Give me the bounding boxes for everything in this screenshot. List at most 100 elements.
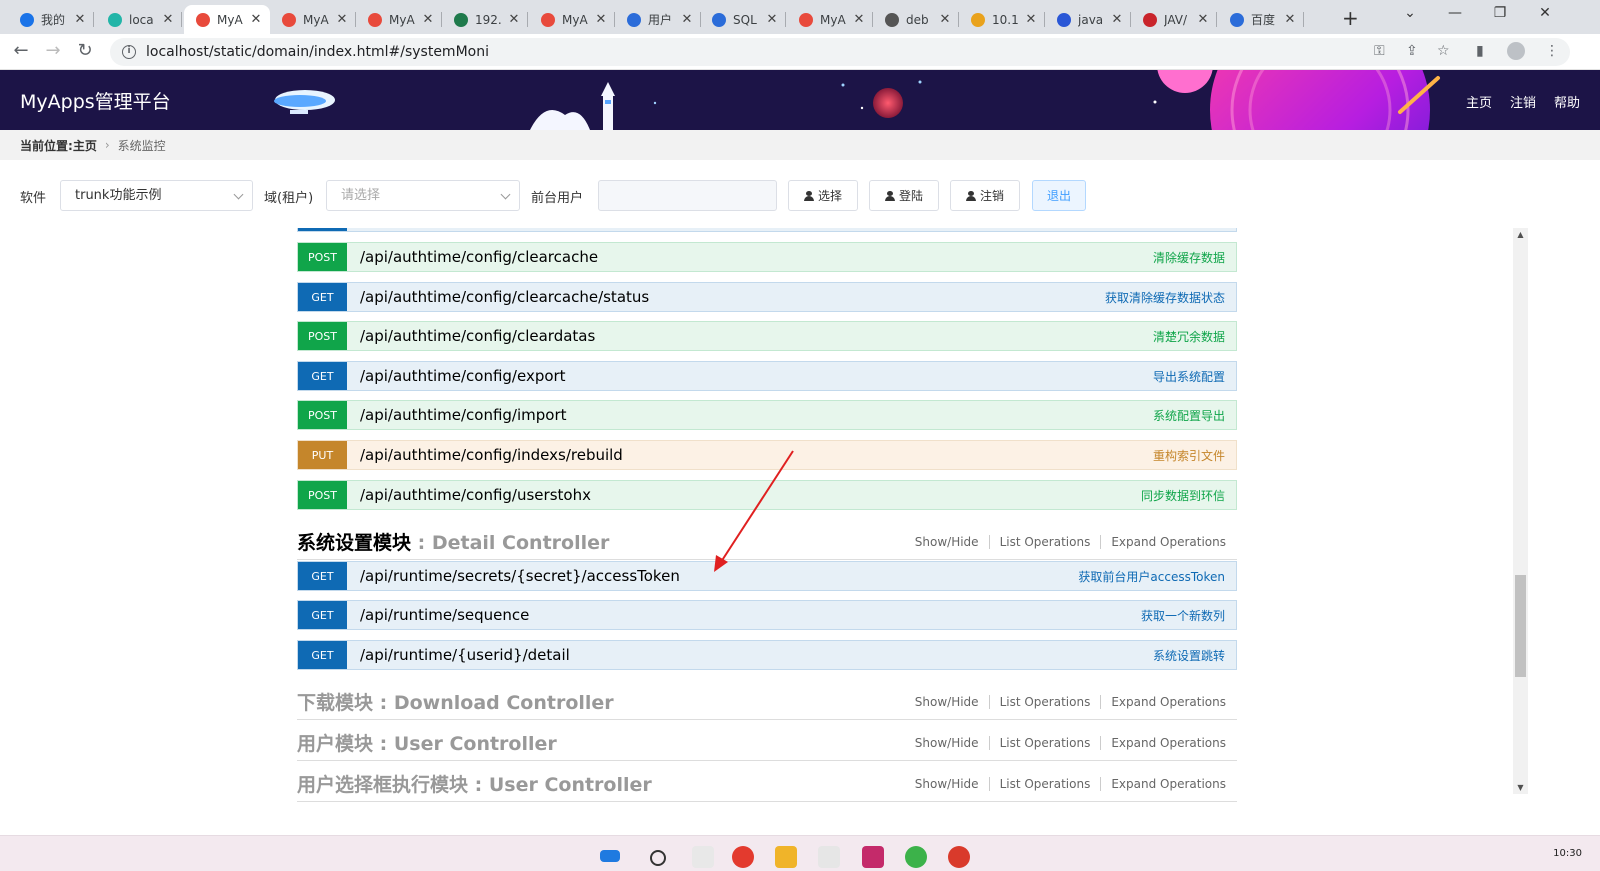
api-operation-row[interactable]: POST/api/authtime/config/cleardatas 清楚冗余数…	[297, 321, 1237, 351]
api-summary[interactable]: 获取前台用户accessToken	[1078, 568, 1236, 585]
tab-close-icon[interactable]: ✕	[334, 12, 350, 27]
api-operation-row[interactable]: POST/api/authtime/config/import 系统配置导出	[297, 400, 1237, 430]
resource-title[interactable]: 用户模块 : User Controller	[297, 729, 557, 756]
scroll-up-arrow-icon[interactable]: ▲	[1513, 230, 1528, 239]
browser-tab[interactable]: java ✕	[1045, 5, 1131, 34]
profile-avatar[interactable]	[1507, 42, 1525, 60]
api-path[interactable]: /api/authtime/config/export	[347, 367, 1153, 385]
tab-close-icon[interactable]: ✕	[1195, 12, 1211, 27]
nav-home-link[interactable]: 主页	[1466, 92, 1492, 111]
tab-close-icon[interactable]: ✕	[248, 12, 264, 27]
api-operation-row[interactable]: GET/api/authtime/config/export 导出系统配置	[297, 361, 1237, 391]
vertical-scrollbar[interactable]: ▲ ▼	[1513, 228, 1528, 794]
browser-tab[interactable]: MyA ✕	[356, 5, 442, 34]
share-icon[interactable]: ⇪	[1406, 43, 1418, 59]
app-icon[interactable]	[905, 846, 927, 868]
task-view-icon[interactable]	[692, 846, 714, 868]
resource-title[interactable]: 系统设置模块 : Detail Controller	[297, 528, 609, 555]
windows-start-icon[interactable]	[600, 850, 620, 862]
tab-search-icon[interactable]: ⌄	[1398, 5, 1422, 21]
api-path[interactable]: /api/authtime/config/userstohx	[347, 486, 1141, 504]
browser-tab[interactable]: SQL ✕	[700, 5, 786, 34]
browser-tab[interactable]: 10.1 ✕	[959, 5, 1045, 34]
browser-tab[interactable]: MyA ✕	[529, 5, 615, 34]
menu-kebab-icon[interactable]: ⋮	[1545, 43, 1559, 59]
app-icon[interactable]	[948, 846, 970, 868]
select-user-button[interactable]: 选择	[788, 180, 858, 211]
api-operation-row[interactable]: GET/api/runtime/sequence 获取一个新数列	[297, 600, 1237, 630]
tab-close-icon[interactable]: ✕	[1023, 12, 1039, 27]
browser-tab[interactable]: MyA ✕	[184, 5, 270, 34]
api-summary[interactable]: 系统配置导出	[1153, 407, 1236, 424]
api-operation-row[interactable]: POST/api/authtime/config/clearcache 清除缓存数…	[297, 242, 1237, 272]
show-hide-link[interactable]: Show/Hide	[915, 535, 990, 549]
api-summary[interactable]: 系统设置跳转	[1153, 647, 1236, 664]
api-operation-row[interactable]: GET/api/runtime/{userid}/detail 系统设置跳转	[297, 640, 1237, 670]
api-path[interactable]: /api/runtime/sequence	[347, 606, 1141, 624]
browser-tab[interactable]: 百度 ✕	[1218, 5, 1304, 34]
browser-tab[interactable]: 用户 ✕	[615, 5, 701, 34]
api-path[interactable]: /api/runtime/{userid}/detail	[347, 646, 1153, 664]
browser-tab[interactable]: 我的 ✕	[8, 5, 94, 34]
api-summary[interactable]: 清楚冗余数据	[1153, 328, 1236, 345]
api-operation-row[interactable]: GET/api/runtime/secrets/{secret}/accessT…	[297, 561, 1237, 591]
show-hide-link[interactable]: Show/Hide	[915, 736, 990, 750]
nav-help-link[interactable]: 帮助	[1554, 92, 1580, 111]
api-summary[interactable]: 导出系统配置	[1153, 368, 1236, 385]
list-operations-link[interactable]: List Operations	[990, 777, 1102, 791]
folder-icon[interactable]	[775, 846, 797, 868]
api-summary[interactable]: 清除缓存数据	[1153, 249, 1236, 266]
login-button[interactable]: 登陆	[869, 180, 939, 211]
api-summary[interactable]: 获取一个新数列	[1141, 607, 1236, 624]
tab-close-icon[interactable]: ✕	[593, 12, 609, 27]
scrollbar-thumb[interactable]	[1515, 575, 1526, 677]
restore-icon[interactable]: ❐	[1488, 5, 1512, 21]
browser-tab[interactable]: MyA ✕	[787, 5, 873, 34]
tab-close-icon[interactable]: ✕	[764, 12, 780, 27]
show-hide-link[interactable]: Show/Hide	[915, 777, 990, 791]
tab-close-icon[interactable]: ✕	[160, 12, 176, 27]
expand-operations-link[interactable]: Expand Operations	[1101, 695, 1226, 709]
resource-title[interactable]: 用户选择框执行模块 : User Controller	[297, 770, 652, 797]
list-operations-link[interactable]: List Operations	[990, 695, 1102, 709]
browser-tab[interactable]: 192. ✕	[442, 5, 528, 34]
tab-close-icon[interactable]: ✕	[851, 12, 867, 27]
api-path[interactable]: /api/authtime/config/clearcache/status	[347, 288, 1105, 306]
show-hide-link[interactable]: Show/Hide	[915, 695, 990, 709]
expand-operations-link[interactable]: Expand Operations	[1101, 535, 1226, 549]
nav-logout-link[interactable]: 注销	[1510, 92, 1536, 111]
forward-icon[interactable]: →	[42, 40, 64, 61]
tab-close-icon[interactable]: ✕	[1282, 12, 1298, 27]
chrome-app-icon[interactable]	[732, 846, 754, 868]
browser-tab[interactable]: JAV/ ✕	[1131, 5, 1217, 34]
key-icon[interactable]: ⚿	[1374, 43, 1385, 59]
new-tab-button[interactable]: +	[1342, 6, 1359, 30]
back-icon[interactable]: ←	[10, 40, 32, 61]
search-icon[interactable]	[650, 850, 666, 866]
minimize-icon[interactable]: —	[1443, 5, 1467, 21]
api-summary[interactable]: 获取清除缓存数据状态	[1105, 289, 1236, 306]
ide-app-icon[interactable]	[862, 846, 884, 868]
logout-button[interactable]: 注销	[950, 180, 1020, 211]
tab-close-icon[interactable]: ✕	[506, 12, 522, 27]
resource-title[interactable]: 下载模块 : Download Controller	[297, 688, 614, 715]
bookmark-star-icon[interactable]: ☆	[1437, 43, 1450, 59]
side-panel-icon[interactable]: ▮	[1476, 43, 1484, 59]
site-info-icon[interactable]: i	[122, 45, 136, 59]
expand-operations-link[interactable]: Expand Operations	[1101, 736, 1226, 750]
notepad-icon[interactable]	[818, 846, 840, 868]
api-path[interactable]: /api/runtime/secrets/{secret}/accessToke…	[347, 567, 1078, 585]
browser-tab[interactable]: loca ✕	[96, 5, 182, 34]
api-summary[interactable]: 重构索引文件	[1153, 447, 1236, 464]
domain-select[interactable]: 请选择	[326, 180, 520, 211]
expand-operations-link[interactable]: Expand Operations	[1101, 777, 1226, 791]
api-operation-row[interactable]: GET/api/authtime/config/clearcache/statu…	[297, 282, 1237, 312]
software-select[interactable]: trunk功能示例	[60, 180, 253, 211]
api-operation-row[interactable]: PUT/api/authtime/config/indexs/rebuild 重构…	[297, 440, 1237, 470]
tab-close-icon[interactable]: ✕	[420, 12, 436, 27]
list-operations-link[interactable]: List Operations	[990, 535, 1102, 549]
close-window-icon[interactable]: ✕	[1533, 5, 1557, 21]
api-summary[interactable]: 同步数据到环信	[1141, 487, 1236, 504]
scroll-down-arrow-icon[interactable]: ▼	[1513, 783, 1528, 792]
list-operations-link[interactable]: List Operations	[990, 736, 1102, 750]
